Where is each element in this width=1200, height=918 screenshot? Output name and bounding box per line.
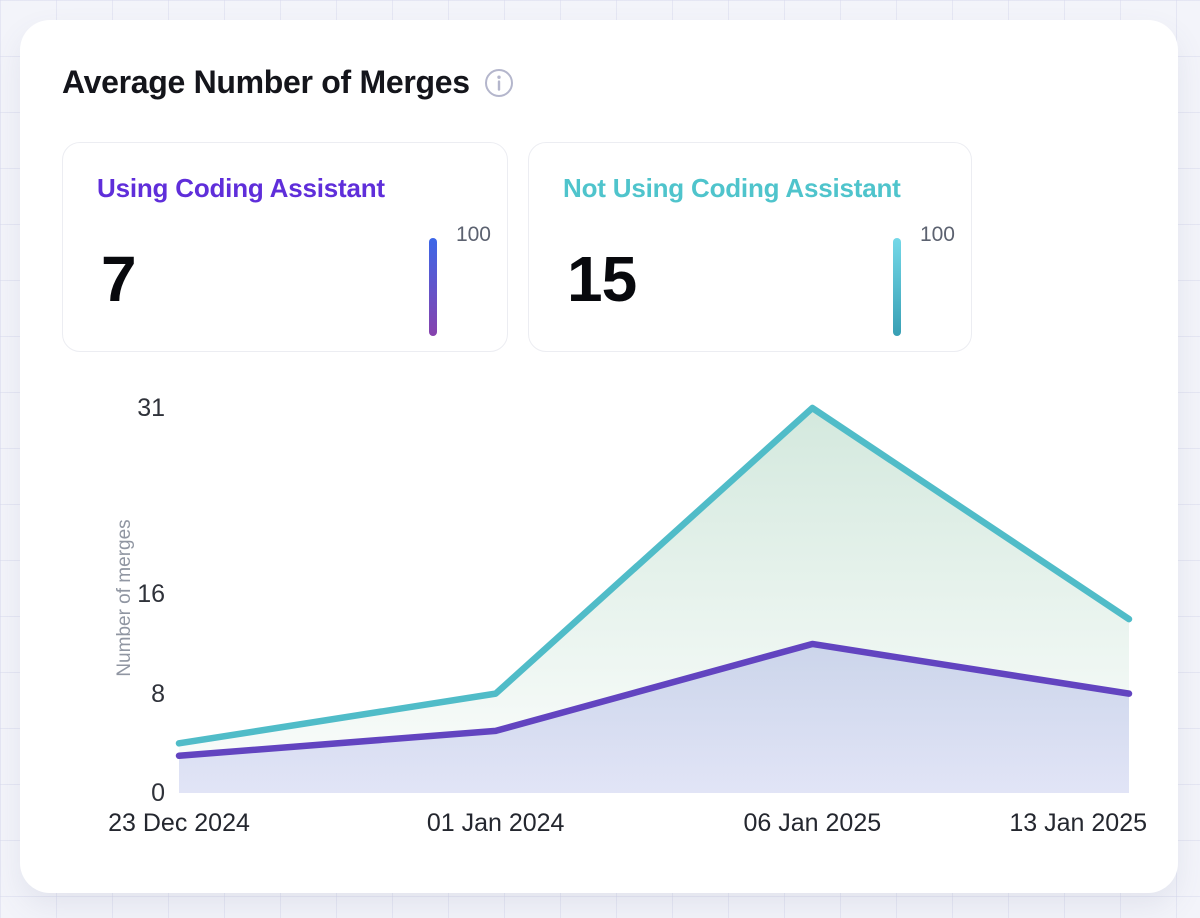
stat-card-label: Not Using Coding Assistant (563, 173, 901, 204)
stat-card-label: Using Coding Assistant (97, 173, 385, 204)
stat-scale-bar (893, 238, 901, 336)
y-tick-label: 8 (75, 679, 165, 709)
stat-card-using-assistant: Using Coding Assistant 7 100 (62, 142, 508, 352)
x-axis-label: 13 Jan 2025 (1009, 808, 1147, 838)
page-title: Average Number of Merges (62, 64, 470, 101)
info-icon[interactable] (484, 68, 514, 98)
chart-card: Average Number of Merges Using Coding As… (20, 20, 1178, 893)
y-tick-label: 16 (75, 579, 165, 609)
card-header: Average Number of Merges (62, 64, 514, 101)
page-background: { "header": { "title": "Average Number o… (0, 0, 1200, 918)
x-axis-label: 06 Jan 2025 (744, 808, 882, 838)
chart-plot-area[interactable] (179, 408, 1129, 793)
stat-scale-bar (429, 238, 437, 336)
stat-cards-row: Using Coding Assistant 7 100 Not Using C… (62, 142, 972, 352)
stat-value: 7 (101, 247, 136, 311)
x-axis-label: 23 Dec 2024 (108, 808, 250, 838)
stat-scale-max: 100 (920, 223, 955, 247)
stat-card-not-using-assistant: Not Using Coding Assistant 15 100 (528, 142, 972, 352)
y-tick-label: 31 (75, 393, 165, 423)
stat-scale-max: 100 (456, 223, 491, 247)
stat-value: 15 (567, 247, 636, 311)
y-tick-label: 0 (75, 778, 165, 808)
x-axis-label: 01 Jan 2024 (427, 808, 565, 838)
